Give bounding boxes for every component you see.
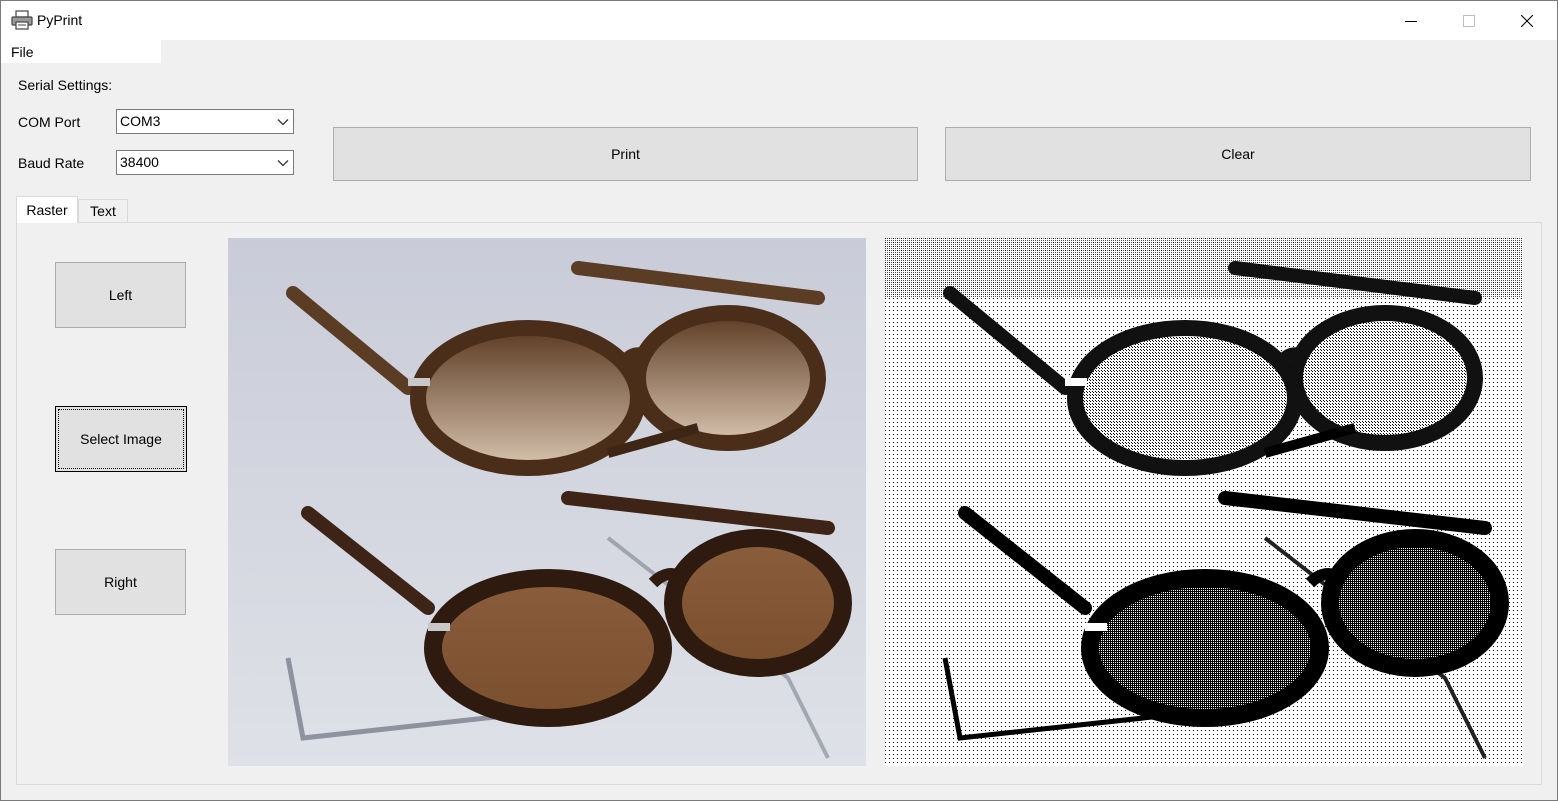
- right-button-label: Right: [104, 574, 137, 590]
- dithered-sunglasses-photo: [885, 238, 1523, 766]
- minimize-button[interactable]: [1382, 1, 1440, 40]
- close-icon: [1521, 14, 1533, 27]
- menu-bar: File: [1, 40, 1557, 63]
- printer-icon: [11, 10, 33, 30]
- select-image-button-label: Select Image: [80, 431, 162, 447]
- print-button[interactable]: Print: [333, 127, 918, 181]
- clear-button-label: Clear: [1221, 146, 1255, 162]
- menu-file[interactable]: File: [11, 44, 34, 60]
- maximize-icon: [1463, 14, 1475, 27]
- minimize-icon: [1405, 20, 1417, 22]
- select-image-button[interactable]: Select Image: [55, 406, 187, 472]
- sunglasses-photo: [228, 238, 866, 766]
- original-image-preview: [228, 238, 866, 766]
- right-button[interactable]: Right: [55, 549, 186, 615]
- com-port-value: COM3: [120, 113, 161, 129]
- serial-settings-heading: Serial Settings:: [18, 77, 113, 93]
- app-window: PyPrint File Serial Settings: COM Port C…: [0, 0, 1558, 801]
- left-button[interactable]: Left: [55, 262, 186, 328]
- com-port-label: COM Port: [18, 114, 81, 130]
- left-button-label: Left: [108, 287, 133, 303]
- print-button-label: Print: [611, 146, 640, 162]
- close-button[interactable]: [1498, 1, 1556, 40]
- chevron-down-icon: [277, 160, 289, 167]
- tab-text[interactable]: Text: [78, 199, 128, 223]
- dithered-image-preview: [885, 238, 1523, 766]
- baud-rate-value: 38400: [120, 154, 159, 170]
- clear-button[interactable]: Clear: [945, 127, 1531, 181]
- window-title: PyPrint: [37, 12, 83, 28]
- maximize-button[interactable]: [1440, 1, 1498, 40]
- tab-raster[interactable]: Raster: [16, 196, 78, 223]
- title-bar[interactable]: PyPrint: [1, 1, 1557, 40]
- com-port-select[interactable]: COM3: [116, 109, 294, 134]
- baud-rate-select[interactable]: 38400: [116, 150, 294, 175]
- chevron-down-icon: [277, 119, 289, 126]
- baud-rate-label: Baud Rate: [18, 155, 85, 171]
